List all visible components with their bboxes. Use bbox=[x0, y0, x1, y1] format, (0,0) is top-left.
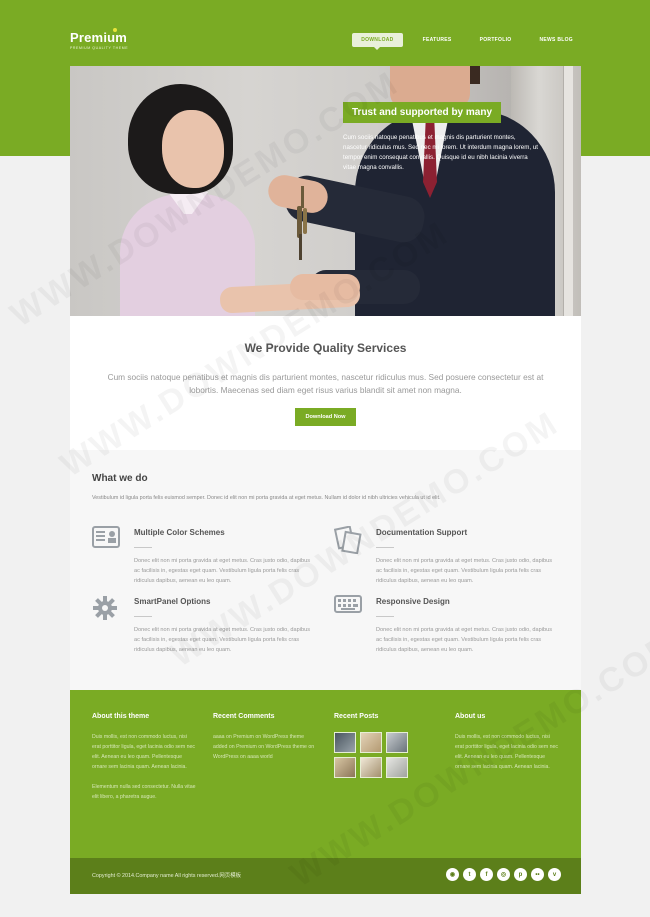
main-nav: DOWNLOAD FEATURES PORTFOLIO NEWS BLOG bbox=[340, 33, 581, 50]
post-thumbnail[interactable] bbox=[386, 757, 408, 778]
footer-heading: Recent Comments bbox=[213, 713, 275, 720]
recent-posts-thumbnails bbox=[334, 732, 439, 778]
hero-banner: Trust and supported by many Cum sociis n… bbox=[70, 66, 581, 316]
logo-tagline: PREMIUM QUALITY THEME bbox=[70, 46, 129, 50]
what-we-do-section: What we do Vestibulum id ligula porta fe… bbox=[70, 450, 581, 690]
feature-text: Donec elit non mi porta gravida at eget … bbox=[376, 627, 552, 653]
feature-divider bbox=[376, 547, 394, 548]
footer-text: Elementum nulla sed consectetur. Nulla v… bbox=[92, 784, 196, 800]
footer-heading: Recent Posts bbox=[334, 713, 379, 720]
feature-title: SmartPanel Options bbox=[134, 597, 211, 606]
hero-photo-face bbox=[162, 110, 224, 188]
feature-divider bbox=[376, 616, 394, 617]
feature-title: Responsive Design bbox=[376, 597, 450, 606]
footer-recent-comments: Recent Comments aaaa on Premium on WordP… bbox=[213, 713, 318, 772]
rss-icon[interactable]: ◉ bbox=[446, 868, 459, 881]
footer-recent-posts: Recent Posts bbox=[334, 713, 439, 778]
footer-text[interactable]: aaaa on Premium on WordPress theme added… bbox=[213, 732, 318, 762]
what-we-do-intro: Vestibulum id ligula porta felis euismod… bbox=[92, 495, 441, 501]
logo-title: Premium bbox=[70, 30, 128, 45]
post-thumbnail[interactable] bbox=[360, 732, 382, 753]
nav-item-portfolio[interactable]: PORTFOLIO bbox=[472, 33, 520, 47]
services-title: We Provide Quality Services bbox=[244, 341, 407, 355]
what-we-do-title: What we do bbox=[92, 473, 148, 484]
footer-text: Duis mollis, est non commodo luctus, nis… bbox=[455, 734, 558, 770]
keyboard-icon bbox=[334, 595, 364, 621]
feature-divider bbox=[134, 547, 152, 548]
footer-heading: About this theme bbox=[92, 713, 150, 720]
hero-photo-door bbox=[563, 66, 573, 316]
twitter-icon[interactable]: t bbox=[463, 868, 476, 881]
download-now-button[interactable]: Download Now bbox=[295, 408, 356, 426]
feature-divider bbox=[134, 616, 152, 617]
footer-about-theme: About this theme Duis mollis, est non co… bbox=[92, 713, 197, 812]
social-links: ◉ t f ◎ p •• v bbox=[446, 868, 561, 881]
keys-icon bbox=[296, 186, 310, 261]
facebook-icon[interactable]: f bbox=[480, 868, 493, 881]
feature-text: Donec elit non mi porta gravida at eget … bbox=[134, 627, 310, 653]
post-thumbnail[interactable] bbox=[360, 757, 382, 778]
gear-icon bbox=[92, 595, 122, 621]
post-thumbnail[interactable] bbox=[386, 732, 408, 753]
footer-heading: About us bbox=[455, 713, 486, 720]
nav-item-features[interactable]: FEATURES bbox=[415, 33, 460, 47]
flickr-icon[interactable]: •• bbox=[531, 868, 544, 881]
footer-text: Duis mollis, est non commodo luctus, nis… bbox=[92, 734, 195, 770]
nav-item-news-blog[interactable]: NEWS BLOG bbox=[531, 33, 581, 47]
vimeo-icon[interactable]: v bbox=[548, 868, 561, 881]
nav-item-download[interactable]: DOWNLOAD bbox=[352, 33, 403, 50]
services-text: Cum sociis natoque penatibus et magnis d… bbox=[107, 372, 544, 395]
hero-photo-handshake bbox=[290, 274, 360, 300]
logo-dot-icon bbox=[113, 28, 117, 32]
footer-about-us: About us Duis mollis, est non commodo lu… bbox=[455, 713, 560, 782]
post-thumbnail[interactable] bbox=[334, 732, 356, 753]
hero-title: Trust and supported by many bbox=[343, 102, 502, 123]
feature-text: Donec elit non mi porta gravida at eget … bbox=[134, 558, 310, 584]
dribbble-icon[interactable]: ◎ bbox=[497, 868, 510, 881]
documents-icon bbox=[333, 525, 364, 555]
services-section: We Provide Quality Services Cum sociis n… bbox=[70, 316, 581, 450]
hero-text: Cum sociis natoque penatibus et magnis d… bbox=[343, 134, 538, 171]
post-thumbnail[interactable] bbox=[334, 757, 356, 778]
site-header: Premium PREMIUM QUALITY THEME DOWNLOAD F… bbox=[70, 26, 581, 56]
feature-text: Donec elit non mi porta gravida at eget … bbox=[376, 558, 552, 584]
footer-bottom-bar: Copyright © 2014.Company name All rights… bbox=[70, 858, 581, 894]
copyright-text: Copyright © 2014.Company name All rights… bbox=[92, 873, 241, 879]
id-card-icon bbox=[92, 526, 122, 552]
pinterest-icon[interactable]: p bbox=[514, 868, 527, 881]
logo[interactable]: Premium PREMIUM QUALITY THEME bbox=[70, 28, 129, 50]
feature-title: Documentation Support bbox=[376, 528, 468, 537]
footer-widgets: About this theme Duis mollis, est non co… bbox=[70, 690, 581, 858]
feature-title: Multiple Color Schemes bbox=[134, 528, 225, 537]
